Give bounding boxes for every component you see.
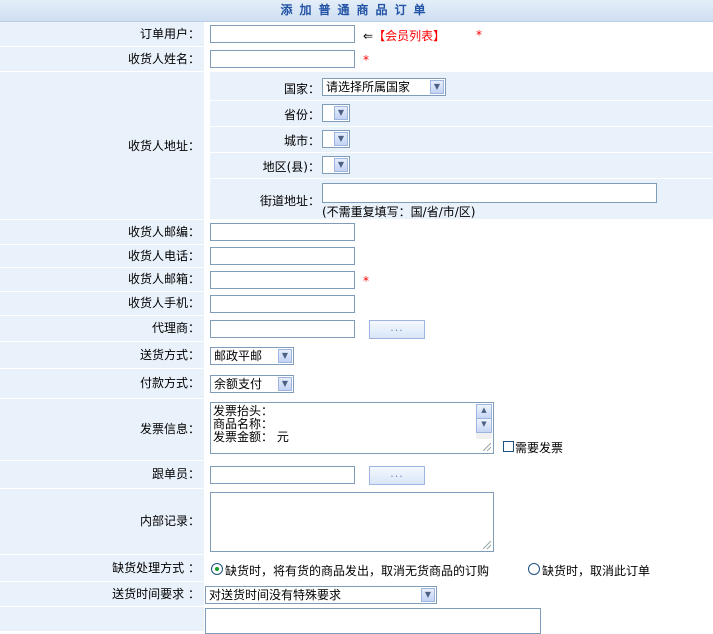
required-mark: * (363, 274, 369, 288)
scroll-down-icon[interactable]: ▼ (476, 418, 492, 433)
zipcode-input[interactable] (210, 223, 355, 241)
payment-select[interactable]: 余额支付 ▼ (210, 375, 294, 393)
row-receiver-name: 收货人姓名： * (0, 47, 713, 72)
row-agent: 代理商： ... (0, 316, 713, 342)
resize-grip-icon[interactable] (483, 443, 491, 451)
agent-label: 代理商： (151, 321, 200, 335)
delivery-label: 送货方式： (139, 348, 200, 362)
delivery-select[interactable]: 邮政平邮 ▼ (210, 347, 294, 365)
follower-select-button[interactable]: ... (369, 466, 425, 485)
chevron-down-icon: ▼ (430, 80, 444, 94)
invoice-textarea[interactable]: 发票抬头： 商品名称： 发票金额： 元 ▲ ▼ (210, 402, 494, 454)
phone-input[interactable] (210, 247, 355, 265)
chevron-down-icon: ▼ (278, 349, 292, 363)
chevron-down-icon: ▼ (334, 132, 348, 146)
payment-label: 付款方式： (139, 376, 200, 390)
city-select[interactable]: ▼ (322, 130, 350, 148)
chevron-down-icon: ▼ (334, 158, 348, 172)
row-mobile: 收货人手机： (0, 292, 713, 316)
row-stockout: 缺货处理方式 ： 缺货时，将有货的商品发出，取消无货商品的订购 缺货时，取消此订… (0, 555, 713, 582)
row-phone: 收货人电话： (0, 245, 713, 268)
arrow-left-icon: ⇐ (363, 29, 374, 43)
need-invoice-checkbox[interactable] (503, 441, 514, 452)
row-zipcode: 收货人邮编： (0, 220, 713, 245)
stockout-option-partial-radio[interactable] (211, 563, 223, 575)
receiver-name-input[interactable] (210, 50, 355, 68)
resize-grip-icon[interactable] (483, 541, 491, 549)
province-label: 省份： (283, 108, 320, 122)
remarks-textarea[interactable] (205, 608, 541, 634)
row-next-partial (0, 607, 713, 634)
country-label: 国家： (283, 82, 320, 96)
stockout-option-cancel-label[interactable]: 缺货时，取消此订单 (542, 562, 650, 579)
row-order-user: 订单用户： ⇐【会员列表】 * (0, 22, 713, 47)
notes-label: 内部记录： (139, 514, 200, 528)
receiver-name-label: 收货人姓名： (127, 52, 200, 66)
mobile-input[interactable] (210, 295, 355, 313)
scrollbar[interactable]: ▲ ▼ (476, 404, 492, 439)
email-label: 收货人邮箱： (127, 272, 200, 286)
row-delivery-time: 送货时间要求 ： 对送货时间没有特殊要求 ▼ (0, 582, 713, 607)
follower-input[interactable] (210, 466, 355, 484)
agent-input[interactable] (210, 320, 355, 338)
member-list-link[interactable]: 会员列表 (385, 29, 433, 43)
row-delivery: 送货方式： 邮政平邮 ▼ (0, 342, 713, 369)
add-order-form: 添加普通商品订单 订单用户： ⇐【会员列表】 * 收货人姓名： * 收货人地址：… (0, 0, 713, 634)
country-select[interactable]: 请选择所属国家 ▼ (322, 78, 446, 96)
row-payment: 付款方式： 余额支付 ▼ (0, 369, 713, 399)
district-select[interactable]: ▼ (322, 156, 350, 174)
phone-label: 收货人电话： (127, 249, 200, 263)
row-invoice: 发票信息： 发票抬头： 商品名称： 发票金额： 元 ▲ ▼ 需要发票 (0, 399, 713, 461)
required-mark: * (363, 53, 369, 67)
delivery-time-label: 送货时间要求 ： (112, 587, 200, 601)
follower-label: 跟单员： (151, 467, 200, 481)
order-user-label: 订单用户： (139, 27, 200, 41)
province-select[interactable]: ▼ (322, 104, 350, 122)
invoice-label: 发票信息： (139, 422, 200, 436)
district-label: 地区(县)： (262, 160, 320, 174)
row-notes: 内部记录： (0, 489, 713, 555)
agent-select-button[interactable]: ... (369, 320, 425, 339)
chevron-down-icon: ▼ (421, 588, 435, 602)
stockout-label: 缺货处理方式 ： (112, 561, 200, 575)
row-email: 收货人邮箱： * (0, 268, 713, 292)
stockout-option-cancel-radio[interactable] (528, 563, 540, 575)
row-address: 收货人地址： 国家： 请选择所属国家 ▼ 省份： ▼ 城市： ▼ 地区(县)： … (0, 72, 713, 220)
chevron-down-icon: ▼ (278, 377, 292, 391)
delivery-time-select[interactable]: 对送货时间没有特殊要求 ▼ (205, 586, 437, 604)
notes-textarea[interactable] (210, 492, 494, 552)
page-title: 添加普通商品订单 (0, 0, 713, 22)
zipcode-label: 收货人邮编： (127, 225, 200, 239)
address-label: 收货人地址： (127, 139, 200, 153)
street-hint: (不需重复填写：国/省/市/区) (322, 205, 476, 219)
street-label: 街道地址： (259, 194, 320, 208)
need-invoice-label: 需要发票 (515, 441, 564, 455)
scroll-up-icon[interactable]: ▲ (476, 404, 492, 419)
required-mark: * (476, 28, 482, 42)
chevron-down-icon: ▼ (334, 106, 348, 120)
row-follower: 跟单员： ... (0, 461, 713, 489)
stockout-option-partial-label[interactable]: 缺货时，将有货的商品发出，取消无货商品的订购 (225, 562, 489, 579)
email-input[interactable] (210, 271, 355, 289)
street-input[interactable] (322, 183, 657, 203)
mobile-label: 收货人手机： (127, 296, 200, 310)
order-user-input[interactable] (210, 25, 355, 43)
city-label: 城市： (283, 134, 320, 148)
